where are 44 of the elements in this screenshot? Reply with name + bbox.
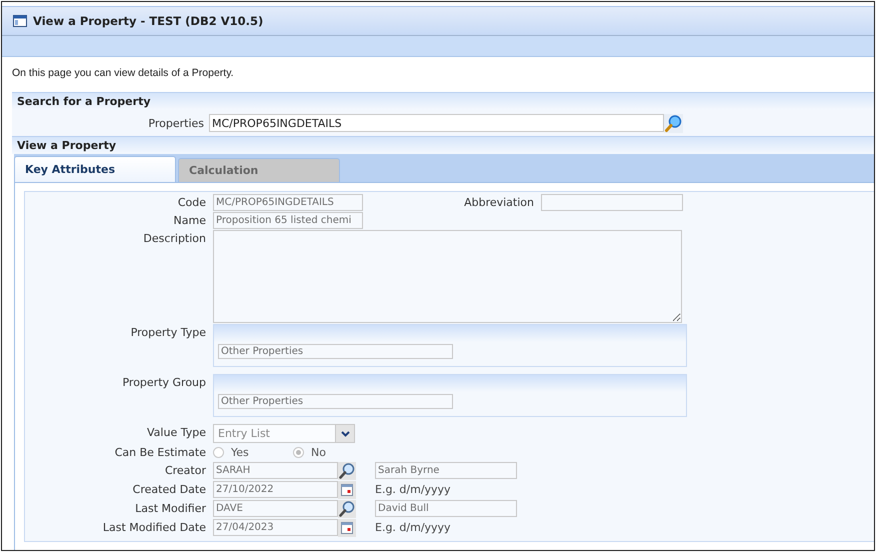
field-label: Code [176,195,207,211]
radio-option[interactable]: Yes [213,446,293,459]
field-label: Property Type [130,325,207,341]
dropdown[interactable]: Entry List [213,424,355,443]
tab[interactable]: Key Attributes [14,156,176,182]
radio-option[interactable]: No [293,446,373,459]
calendar-icon[interactable] [338,481,356,499]
field-label: Abbreviation [463,195,535,211]
search-icon[interactable] [664,114,683,132]
text-field[interactable]: Other Properties [218,394,453,409]
field-label: Last Modifier [134,501,207,517]
calendar-icon[interactable] [338,519,356,537]
text-field[interactable] [541,194,683,211]
window-icon [13,15,27,27]
text-field[interactable]: Sarah Byrne [375,462,517,479]
field-label: Value Type [146,425,207,441]
chevron-down-icon [340,430,350,436]
date-field[interactable]: 27/10/2022 [213,481,338,498]
text-field[interactable]: Other Properties [218,344,453,359]
field-label: Description [142,231,207,247]
search-icon[interactable] [338,462,356,480]
section-title: Search for a Property [17,95,150,108]
section-title: View a Property [17,139,116,152]
field-label: Created Date [132,482,207,498]
field-label: Last Modified Date [102,520,207,536]
format-hint: E.g. d/m/yyyy [375,520,451,536]
field-label: Name [172,213,207,229]
text-field[interactable]: SARAH [213,462,338,479]
text-field[interactable]: MC/PROP65INGDETAILS [213,194,363,211]
date-field[interactable]: 27/04/2023 [213,519,338,536]
description-field[interactable] [213,230,682,323]
field-label: Creator [164,463,207,479]
format-hint: E.g. d/m/yyyy [375,482,451,498]
field-label: Can Be Estimate [114,445,207,461]
tab[interactable]: Calculation [178,158,340,182]
field-label: Properties [147,116,205,130]
window-title: View a Property - TEST (DB2 V10.5) [33,14,264,28]
text-field[interactable]: DAVE [213,500,338,517]
text-field[interactable]: Proposition 65 listed chemi [213,212,363,229]
field-label: Property Group [121,375,207,391]
properties-field[interactable]: MC/PROP65INGDETAILS [209,114,664,132]
search-icon[interactable] [338,500,356,518]
text-field[interactable]: David Bull [375,500,517,517]
intro-text: On this page you can view details of a Property. [11,66,235,81]
